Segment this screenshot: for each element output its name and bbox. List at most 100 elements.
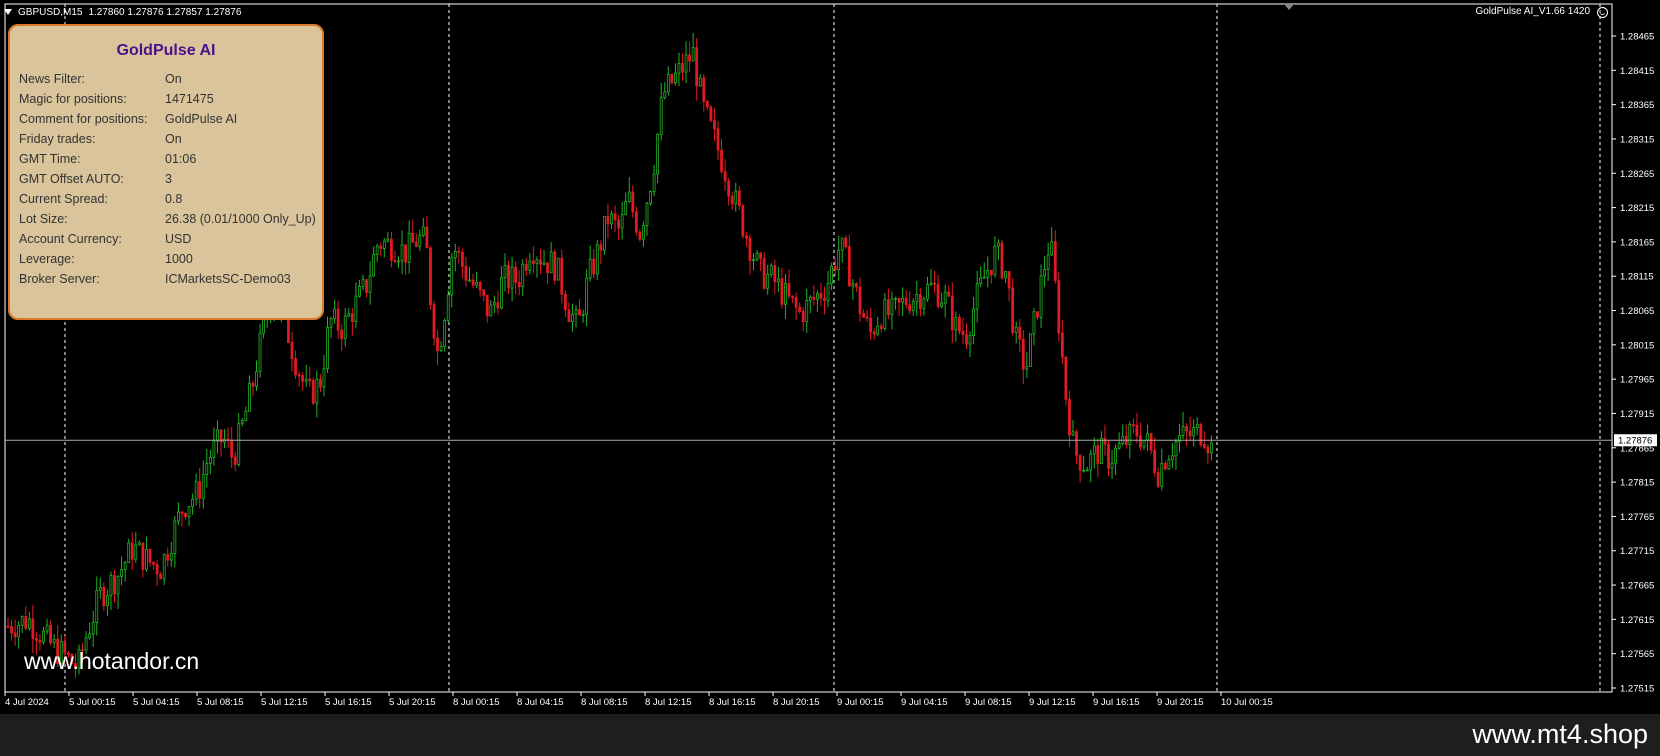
candle-body (571, 313, 574, 322)
candle-body (1188, 430, 1192, 437)
candle-body (922, 298, 926, 309)
chart-menu-triangle-icon[interactable] (4, 9, 12, 15)
candle-body (535, 259, 539, 264)
footer-watermark: www.mt4.shop (1472, 719, 1648, 749)
candle-body (578, 309, 581, 316)
candle-body (1021, 338, 1025, 370)
info-value: GoldPulse AI (165, 112, 238, 126)
candle-body (290, 342, 294, 360)
time-label: 10 Jul 00:15 (1221, 697, 1273, 708)
candle-body (17, 624, 21, 638)
candle-body (350, 313, 354, 323)
candle-body (389, 238, 393, 261)
candle-body (982, 276, 986, 279)
candle-body (816, 293, 819, 300)
candle-body (887, 299, 890, 316)
candle-body (773, 265, 777, 283)
info-row-magic: Magic for positions: 1471475 (19, 92, 214, 112)
candle-body (262, 318, 266, 334)
candle-body (432, 304, 436, 339)
candle-body (1135, 424, 1139, 437)
candle-body (49, 624, 52, 644)
candle-body (926, 284, 929, 300)
candle-body (400, 244, 404, 262)
candle-body (808, 296, 812, 301)
candle-body (642, 225, 645, 240)
time-label: 9 Jul 16:15 (1093, 697, 1139, 708)
candle-body (989, 269, 993, 276)
info-value: 26.38 (0.01/1000 Only_Up) (165, 212, 316, 226)
candle-body (1100, 437, 1103, 464)
candle-body (514, 266, 518, 283)
time-label: 9 Jul 04:15 (901, 697, 947, 708)
candle-body (798, 306, 802, 312)
candle-body (354, 295, 358, 323)
info-key: Comment for positions: (19, 112, 148, 126)
price-label: 1.27665 (1620, 581, 1654, 592)
info-value: ICMarketsSC-Demo03 (165, 272, 291, 286)
candle-body (1117, 443, 1121, 449)
candle-body (631, 191, 635, 213)
price-label: 1.27965 (1620, 375, 1654, 386)
candle-body (542, 262, 546, 265)
symbol-bar[interactable]: GBPUSD,M15 1.27860 1.27876 1.27857 1.278… (4, 4, 241, 20)
info-key: Account Currency: (19, 232, 122, 246)
candle-body (88, 633, 92, 639)
candle-body (1029, 333, 1032, 367)
candle-body (1114, 447, 1117, 464)
candle-body (329, 318, 333, 328)
candle-body (386, 238, 390, 242)
chart-window[interactable]: 1.28465 1.28415 1.28365 1.28315 1.28265 1.282… (0, 0, 1660, 714)
candle-body (113, 575, 116, 595)
candle-body (1199, 424, 1203, 445)
candle-body (748, 237, 752, 261)
candle-body (521, 263, 525, 288)
info-row-comment: Comment for positions: GoldPulse AI (19, 112, 237, 132)
candle-body (102, 586, 106, 607)
candle-body (10, 626, 13, 634)
candle-body (911, 300, 915, 312)
candle-body (713, 120, 716, 130)
candle-body (134, 544, 138, 560)
candle-body (500, 277, 503, 309)
candle-body (460, 251, 464, 267)
candle-body (585, 277, 589, 316)
candle-body (1018, 326, 1022, 340)
candle-body (507, 264, 510, 289)
candle-body (755, 252, 759, 260)
candle-body (592, 258, 596, 275)
candle-body (482, 289, 486, 296)
candle-body (1185, 426, 1188, 432)
price-label: 1.28015 (1620, 340, 1654, 351)
candle-body (255, 371, 258, 387)
candle-body (734, 190, 738, 205)
time-label: 8 Jul 12:15 (645, 697, 691, 708)
candle-body (169, 553, 173, 561)
candle-body (492, 302, 496, 306)
candle-body (326, 326, 329, 370)
chart-shift-marker-icon[interactable] (1284, 4, 1294, 10)
candle-body (1160, 462, 1164, 487)
candle-body (599, 244, 603, 251)
candle-body (549, 251, 553, 274)
candle-body (879, 325, 883, 329)
candle-body (116, 576, 120, 595)
candle-body (106, 595, 109, 607)
candle-body (1110, 462, 1114, 469)
ea-smiley-icon[interactable] (1597, 7, 1608, 18)
candle-body (297, 374, 301, 377)
candle-body (659, 97, 663, 135)
price-label: 1.28315 (1620, 134, 1654, 145)
candle-body (304, 378, 308, 382)
candle-body (1202, 444, 1206, 448)
candle-body (517, 281, 521, 288)
price-label: 1.27615 (1620, 615, 1654, 626)
candle-body (372, 254, 376, 277)
candle-body (109, 575, 113, 597)
candle-body (1011, 287, 1015, 333)
candle-body (20, 616, 24, 626)
candle-body (883, 299, 887, 329)
price-label: 1.27765 (1620, 512, 1654, 523)
candle-body (1043, 269, 1046, 277)
candle-body (705, 101, 709, 108)
